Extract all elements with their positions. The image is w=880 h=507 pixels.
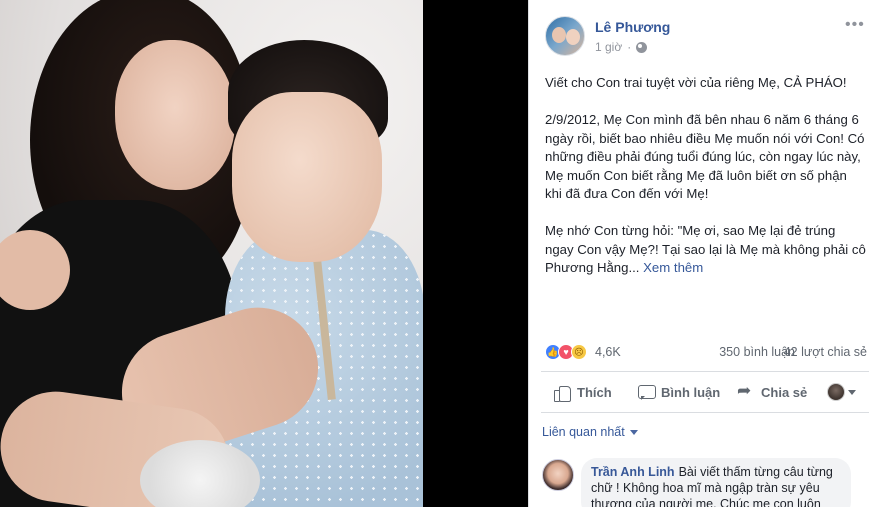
comment-button[interactable]: Bình luận bbox=[637, 383, 720, 401]
post-timestamp[interactable]: 1 giờ bbox=[595, 40, 622, 54]
reactions-bar: 👍 ♥ ☹ 4,6K 350 bình luận 42 lượt chia sẻ bbox=[545, 342, 867, 364]
post-paragraph-2: 2/9/2012, Mẹ Con mình đã bên nhau 6 năm … bbox=[545, 112, 865, 201]
action-bar: Thích Bình luận Chia sẻ bbox=[541, 376, 869, 408]
share-button[interactable]: Chia sẻ bbox=[737, 381, 808, 401]
author-name[interactable]: Lê Phương bbox=[595, 19, 670, 35]
comment-sort-dropdown[interactable]: Liên quan nhất bbox=[542, 425, 638, 439]
sad-reaction-icon: ☹ bbox=[571, 344, 587, 360]
photo-mother-face bbox=[115, 40, 235, 190]
photo-viewer bbox=[0, 0, 528, 507]
more-options-icon[interactable]: ••• bbox=[845, 17, 865, 34]
chevron-down-icon bbox=[629, 429, 638, 435]
post-panel: Lê Phương 1 giờ · ••• Viết cho Con trai … bbox=[528, 0, 880, 507]
globe-icon[interactable] bbox=[636, 41, 648, 53]
post-paragraph-3-text: Mẹ nhớ Con từng hỏi: "Mẹ ơi, sao Mẹ lại … bbox=[545, 223, 866, 275]
comment-icon bbox=[637, 383, 656, 401]
comment-label: Bình luận bbox=[661, 384, 721, 400]
like-button[interactable]: Thích bbox=[553, 383, 612, 402]
share-icon bbox=[737, 381, 755, 401]
photo-boy-face bbox=[232, 92, 382, 262]
meta-separator: · bbox=[627, 40, 632, 54]
post-photo[interactable] bbox=[0, 0, 423, 507]
comment-sort-label: Liên quan nhất bbox=[542, 425, 625, 439]
like-label: Thích bbox=[577, 384, 612, 400]
comment-bubble: Trần Anh Linh Bài viết thấm từng câu từng… bbox=[581, 458, 851, 507]
post-paragraph-1: Viết cho Con trai tuyệt vời của riêng Mẹ… bbox=[545, 75, 847, 90]
post-header: Lê Phương 1 giờ · ••• bbox=[545, 14, 865, 58]
share-count[interactable]: 42 lượt chia sẻ bbox=[784, 345, 867, 359]
post-body: Viết cho Con trai tuyệt vời của riêng Mẹ… bbox=[545, 74, 867, 296]
divider bbox=[541, 371, 869, 372]
post-paragraph-3: Mẹ nhớ Con từng hỏi: "Mẹ ơi, sao Mẹ lại … bbox=[545, 222, 867, 278]
thumbs-up-icon bbox=[553, 383, 571, 402]
author-avatar[interactable] bbox=[545, 16, 585, 56]
chevron-down-icon bbox=[848, 389, 856, 395]
commenter-name[interactable]: Trần Anh Linh bbox=[591, 465, 675, 479]
share-label: Chia sẻ bbox=[761, 384, 808, 400]
reaction-count[interactable]: 4,6K bbox=[595, 345, 621, 359]
post-meta: 1 giờ · bbox=[595, 40, 648, 54]
react-as-selector[interactable] bbox=[827, 383, 856, 401]
divider bbox=[541, 412, 869, 413]
profile-avatar-icon bbox=[827, 383, 845, 401]
comment-item: Trần Anh Linh Bài viết thấm từng câu từng… bbox=[541, 458, 871, 507]
commenter-avatar[interactable] bbox=[542, 459, 574, 491]
see-more-link[interactable]: Xem thêm bbox=[643, 260, 703, 275]
reaction-icons[interactable]: 👍 ♥ ☹ bbox=[545, 344, 587, 360]
